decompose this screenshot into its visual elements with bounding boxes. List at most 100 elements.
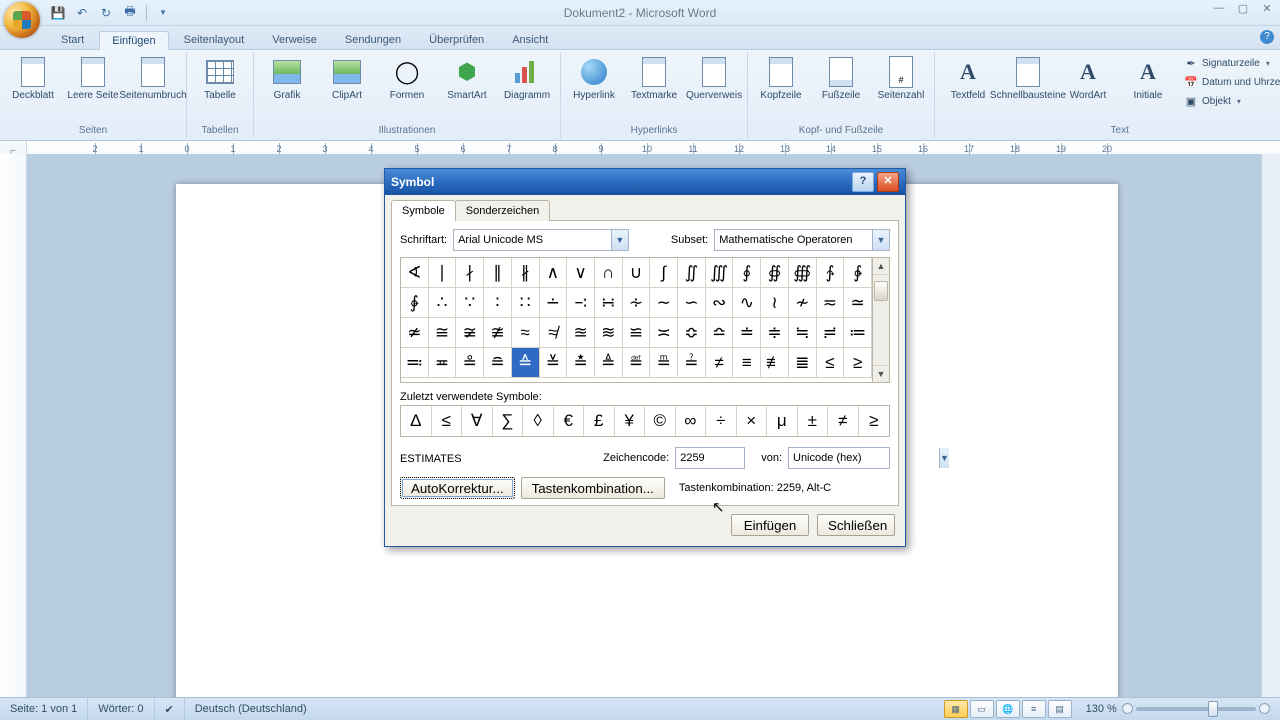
symbol-cell[interactable]: ∹ xyxy=(567,288,595,318)
vertical-scrollbar[interactable] xyxy=(1261,154,1280,698)
ribbon-hyperlink[interactable]: Hyperlink xyxy=(565,52,623,105)
view-web[interactable]: 🌐 xyxy=(996,700,1020,718)
symbol-cell[interactable]: ∱ xyxy=(817,258,845,288)
recent-symbol[interactable]: μ xyxy=(767,406,798,436)
ribbon-formen[interactable]: ◯Formen xyxy=(378,52,436,105)
symbol-cell[interactable]: ≡ xyxy=(733,348,761,378)
symbol-cell[interactable]: ≃ xyxy=(844,288,872,318)
recent-symbols[interactable]: Δ≤∀∑◊€£¥©∞÷×μ±≠≥ xyxy=(400,405,890,437)
symbol-cell[interactable]: ≟ xyxy=(678,348,706,378)
zoom-thumb[interactable] xyxy=(1208,701,1218,717)
maximize-button[interactable]: ▢ xyxy=(1234,2,1252,15)
view-fullscreen[interactable]: ▭ xyxy=(970,700,994,718)
zoom-value[interactable]: 130 % xyxy=(1086,703,1117,715)
tab-symbole[interactable]: Symbole xyxy=(391,200,456,221)
symbol-cell[interactable]: ∴ xyxy=(429,288,457,318)
symbol-cell[interactable]: ≍ xyxy=(650,318,678,348)
symbol-cell[interactable]: ≊ xyxy=(567,318,595,348)
from-combo[interactable]: ▼ xyxy=(788,447,890,469)
recent-symbol[interactable]: ÷ xyxy=(706,406,737,436)
ribbon-seitenzahl[interactable]: #Seitenzahl xyxy=(872,52,930,105)
symbol-cell[interactable]: ∤ xyxy=(456,258,484,288)
symbol-cell[interactable]: ∨ xyxy=(567,258,595,288)
ribbon-tab-ansicht[interactable]: Ansicht xyxy=(499,30,561,49)
ribbon-deckblatt[interactable]: Deckblatt xyxy=(4,52,62,105)
symbol-cell[interactable]: ∮ xyxy=(733,258,761,288)
scroll-down-icon[interactable]: ▼ xyxy=(873,365,889,382)
ribbon-seitenumbruch[interactable]: Seitenumbruch xyxy=(124,52,182,105)
symbol-cell[interactable]: ≆ xyxy=(456,318,484,348)
symbol-cell[interactable]: ∧ xyxy=(540,258,568,288)
subset-input[interactable] xyxy=(715,230,872,250)
zoom-slider[interactable] xyxy=(1136,707,1256,711)
office-button[interactable] xyxy=(4,2,40,38)
symbol-cell[interactable]: ≤ xyxy=(817,348,845,378)
symbol-cell[interactable]: ≉ xyxy=(540,318,568,348)
symbol-cell[interactable]: ∲ xyxy=(844,258,872,288)
symbol-cell[interactable]: ≘ xyxy=(484,348,512,378)
symbol-cell[interactable]: ≢ xyxy=(761,348,789,378)
symbol-cell[interactable]: ∭ xyxy=(706,258,734,288)
symbol-cell[interactable]: ∿ xyxy=(733,288,761,318)
symbol-cell[interactable]: ∯ xyxy=(761,258,789,288)
symbol-cell[interactable]: ≔ xyxy=(844,318,872,348)
dialog-help-button[interactable]: ? xyxy=(852,172,874,192)
symbol-cell[interactable]: ∼ xyxy=(650,288,678,318)
view-draft[interactable]: ▤ xyxy=(1048,700,1072,718)
symbol-cell[interactable]: ∺ xyxy=(595,288,623,318)
ribbon-textmarke[interactable]: Textmarke xyxy=(625,52,683,105)
ribbon-wordart[interactable]: AWordArt xyxy=(1059,52,1117,105)
symbol-cell[interactable]: ≚ xyxy=(540,348,568,378)
tab-sonderzeichen[interactable]: Sonderzeichen xyxy=(455,200,550,221)
symbol-cell[interactable]: ≥ xyxy=(844,348,872,378)
symbol-cell[interactable]: ∬ xyxy=(678,258,706,288)
recent-symbol[interactable]: ≤ xyxy=(432,406,463,436)
symbol-cell[interactable]: ∦ xyxy=(512,258,540,288)
symbol-cell[interactable]: ∥ xyxy=(484,258,512,288)
recent-symbol[interactable]: © xyxy=(645,406,676,436)
symbol-cell[interactable]: ∾ xyxy=(706,288,734,318)
symbol-cell[interactable]: ∪ xyxy=(623,258,651,288)
symbol-cell[interactable]: ≂ xyxy=(817,288,845,318)
minimize-button[interactable]: — xyxy=(1210,2,1228,15)
vertical-ruler[interactable] xyxy=(0,154,27,698)
symbol-cell[interactable]: ≝ xyxy=(623,348,651,378)
ribbon-fußzeile[interactable]: Fußzeile xyxy=(812,52,870,105)
symbol-cell[interactable]: ≅ xyxy=(429,318,457,348)
recent-symbol[interactable]: ¥ xyxy=(615,406,646,436)
symbol-cell[interactable]: ∵ xyxy=(456,288,484,318)
symbol-cell[interactable]: ≛ xyxy=(567,348,595,378)
font-input[interactable] xyxy=(454,230,611,250)
recent-symbol[interactable]: ∞ xyxy=(676,406,707,436)
close-dialog-button[interactable]: Schließen xyxy=(817,514,895,536)
symbol-cell[interactable]: ≏ xyxy=(706,318,734,348)
recent-symbol[interactable]: € xyxy=(554,406,585,436)
symbol-cell[interactable]: ∫ xyxy=(650,258,678,288)
symbol-cell[interactable]: ≣ xyxy=(789,348,817,378)
ribbon-querverweis[interactable]: Querverweis xyxy=(685,52,743,105)
grid-scrollbar[interactable]: ▲ ▼ xyxy=(872,258,889,382)
ribbon-tab-seitenlayout[interactable]: Seitenlayout xyxy=(171,30,258,49)
symbol-cell[interactable]: ≄ xyxy=(401,318,429,348)
symbol-cell[interactable]: ∻ xyxy=(623,288,651,318)
insert-button[interactable]: Einfügen xyxy=(731,514,809,536)
symbol-cell[interactable]: ≞ xyxy=(650,348,678,378)
recent-symbol[interactable]: × xyxy=(737,406,768,436)
ribbon-initiale[interactable]: AInitiale xyxy=(1119,52,1177,105)
symbol-cell[interactable]: ≇ xyxy=(484,318,512,348)
scroll-up-icon[interactable]: ▲ xyxy=(873,258,889,275)
symbol-cell[interactable]: ≋ xyxy=(595,318,623,348)
ribbon-leere-seite[interactable]: Leere Seite xyxy=(64,52,122,105)
status-words[interactable]: Wörter: 0 xyxy=(88,698,154,720)
qat-customize-icon[interactable]: ▾ xyxy=(153,3,173,23)
symbol-cell[interactable]: ≐ xyxy=(733,318,761,348)
ribbon-textfeld[interactable]: ATextfeld xyxy=(939,52,997,105)
status-proofing[interactable]: ✔ xyxy=(155,698,185,720)
ribbon-signaturzeile[interactable]: ✒Signaturzeile▾ xyxy=(1181,54,1280,72)
symbol-cell[interactable]: ≎ xyxy=(678,318,706,348)
chevron-down-icon[interactable]: ▼ xyxy=(872,230,889,250)
symbol-cell[interactable]: ≒ xyxy=(789,318,817,348)
recent-symbol[interactable]: ≠ xyxy=(828,406,859,436)
ribbon-schnellbausteine[interactable]: Schnellbausteine xyxy=(999,52,1057,105)
ribbon-clipart[interactable]: ClipArt xyxy=(318,52,376,105)
